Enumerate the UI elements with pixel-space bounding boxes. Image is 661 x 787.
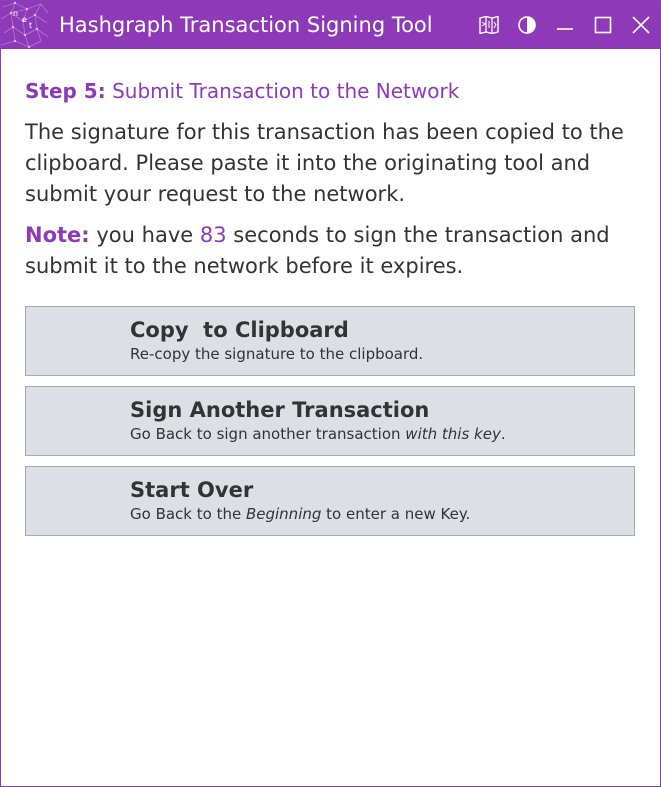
copy-button-description: Re-copy the signature to the clipboard. <box>130 345 424 363</box>
start-over-desc-prefix: Go Back to the <box>130 505 246 523</box>
sign-another-desc-prefix: Go Back to sign another transaction <box>130 425 406 443</box>
expiry-note: Note: you have 83 seconds to sign the tr… <box>25 220 636 282</box>
step-number: Step 5: <box>25 79 106 103</box>
sign-another-button-title: Sign Another Transaction <box>130 398 430 422</box>
instructions-text: The signature for this transaction has b… <box>25 120 624 206</box>
app-logo-icon: n e t <box>0 1 49 49</box>
logo-letter-n: n <box>13 9 18 18</box>
window-title: Hashgraph Transaction Signing Tool <box>59 13 433 37</box>
step-heading: Step 5: Submit Transaction to the Networ… <box>25 77 636 105</box>
logo-letter-t: t <box>29 21 32 30</box>
note-prefix: you have <box>96 223 194 247</box>
minimize-icon[interactable] <box>546 1 584 49</box>
app-window: n e t Hashgraph Transaction Signing Tool <box>0 0 661 787</box>
start-over-button[interactable]: Start Over Go Back to the Beginning to e… <box>25 466 635 536</box>
logo-letter-e: e <box>22 15 27 24</box>
seconds-remaining: 83 <box>199 223 227 247</box>
window-controls <box>470 1 660 49</box>
title-bar[interactable]: n e t Hashgraph Transaction Signing Tool <box>0 1 660 49</box>
sign-another-button-description: Go Back to sign another transaction with… <box>130 424 634 444</box>
start-over-button-title: Start Over <box>130 478 254 502</box>
copy-button-title: Copy to Clipboard <box>130 318 349 342</box>
close-icon[interactable] <box>622 1 660 49</box>
action-list: Copy to Clipboard Re-copy the signature … <box>25 306 636 536</box>
start-over-desc-suffix: to enter a new Key. <box>321 505 471 523</box>
book-icon[interactable] <box>470 1 508 49</box>
step-title: Submit Transaction to the Network <box>112 79 460 103</box>
start-over-desc-emphasis: Beginning <box>245 505 322 523</box>
maximize-icon[interactable] <box>584 1 622 49</box>
sign-another-desc-suffix: . <box>500 425 506 443</box>
sign-another-desc-emphasis: with this key <box>405 425 501 443</box>
copy-to-clipboard-button[interactable]: Copy to Clipboard Re-copy the signature … <box>25 306 635 376</box>
contrast-icon[interactable] <box>508 1 546 49</box>
sign-another-transaction-button[interactable]: Sign Another Transaction Go Back to sign… <box>25 386 635 456</box>
main-content: Step 5: Submit Transaction to the Networ… <box>1 49 660 536</box>
note-label: Note: <box>25 223 90 247</box>
start-over-button-description: Go Back to the Beginning to enter a new … <box>130 504 634 524</box>
